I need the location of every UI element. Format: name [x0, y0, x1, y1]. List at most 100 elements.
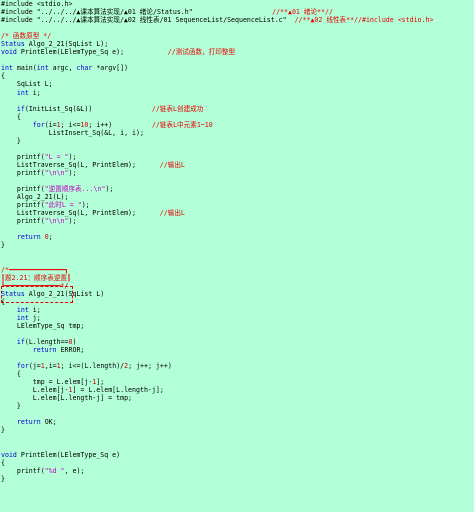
code-token-type: int	[16, 313, 29, 322]
code-token-plain: }	[1, 402, 21, 411]
code-token-plain: tmp = L.elem[j-	[1, 378, 93, 387]
code-line: ListTraverse_Sq(L, PrintElem); //输出L	[1, 209, 474, 217]
code-token-plain: , e);	[64, 466, 85, 475]
code-line: printf("此时L = ");	[1, 201, 474, 209]
code-line: }	[1, 426, 474, 434]
code-token-plain: PrintElem(LElemType_Sq e)	[16, 450, 121, 459]
code-line: ListTraverse_Sq(L, PrintElem); //输出L	[1, 161, 474, 169]
code-token-plain: SqList L;	[1, 80, 53, 89]
code-line: return ERROR;	[1, 346, 474, 354]
code-token-plain: ;	[48, 233, 53, 242]
code-line: printf("%d ", e);	[1, 467, 474, 475]
code-editor[interactable]: #include <stdio.h> #include "../../../▲课本…	[0, 0, 474, 512]
code-token-plain: {	[1, 458, 5, 467]
code-token-plain: {	[1, 297, 5, 306]
code-line: }	[1, 402, 474, 410]
code-token-comment: //输出L	[159, 160, 185, 169]
code-token-plain: );	[81, 201, 90, 210]
code-token-comment: ┗━━━━━━━━━━━━━━*/	[1, 281, 69, 290]
code-line: int i;	[1, 306, 474, 314]
code-token-plain: argc,	[48, 64, 77, 73]
code-token-plain: LElemType_Sq tmp;	[1, 321, 85, 330]
code-token-comment: //**▲02 线性表**//#include <stdio.h>	[294, 16, 434, 25]
code-line: tmp = L.elem[j-1];	[1, 378, 474, 386]
code-line: /* 函数原型 */	[1, 32, 474, 40]
code-line: {	[1, 72, 474, 80]
code-token-str: "%d "	[44, 466, 65, 475]
code-token-plain: PrintElem(LElemType_Sq e);	[16, 48, 168, 57]
code-token-type: int	[36, 64, 49, 73]
code-token-plain: ,i=	[44, 362, 57, 371]
code-line: Status Algo_2_21(SqList L)	[1, 290, 474, 298]
code-lines: #include <stdio.h> #include "../../../▲课本…	[1, 0, 474, 483]
code-token-type: char	[76, 64, 93, 73]
code-token-kw: if	[16, 337, 25, 346]
code-token-plain: printf(	[1, 201, 45, 210]
code-line: printf("逆置顺序表...\n");	[1, 185, 474, 193]
code-line: for(j=1,i=1; i<=(L.length)/2; j++; j++)	[1, 362, 474, 370]
code-token-type: void	[1, 48, 17, 57]
code-token-plain: OK;	[40, 418, 57, 427]
code-line: }	[1, 241, 474, 249]
code-token-plain: ; i<=	[60, 120, 81, 129]
code-line: }	[1, 475, 474, 483]
code-token-plain: printf(	[1, 466, 45, 475]
code-token-str: "\n\n"	[44, 217, 69, 226]
code-token-type: int	[16, 305, 29, 314]
code-token-plain: ListTraverse_Sq(L, PrintElem);	[1, 209, 160, 218]
code-line: printf("\n\n");	[1, 169, 474, 177]
code-line: Algo_2_21(L);	[1, 193, 474, 201]
code-token-comment: //**▲01 绪论**//	[272, 8, 333, 17]
code-token-type: Status	[1, 289, 25, 298]
code-token-plain: Algo_2_21(SqList L)	[24, 289, 105, 298]
code-line: #include <stdio.h>	[1, 0, 474, 8]
code-line: void PrintElem(LElemType_Sq e)	[1, 451, 474, 459]
code-token-type: Status	[1, 40, 25, 49]
code-token-plain: printf(	[1, 185, 45, 194]
code-token-plain: }	[1, 241, 5, 250]
code-line: printf("L = ");	[1, 153, 474, 161]
code-token-kw: return	[16, 418, 41, 427]
code-line: if(L.length==0)	[1, 338, 474, 346]
code-token-type: int	[1, 64, 13, 73]
code-token-comment: /* 函数原型 */	[1, 32, 52, 41]
code-line: {	[1, 298, 474, 306]
code-line: printf("\n\n");	[1, 217, 474, 225]
code-line: L.elem[L.length-j] = tmp;	[1, 394, 474, 402]
code-token-plain: printf(	[1, 217, 45, 226]
code-token-comment: //链表L创建成功	[151, 104, 204, 113]
code-token-plain: ERROR;	[56, 346, 85, 355]
code-line: int i;	[1, 89, 474, 97]
code-line: SqList L;	[1, 80, 474, 88]
code-token-plain: (j=	[28, 362, 41, 371]
code-line: for(i=1; i<=10; i++) //链表L中元素1~10	[1, 121, 474, 129]
code-token-plain: L.elem[L.length-j] = tmp;	[1, 394, 133, 403]
code-token-plain: ; j++; j++)	[128, 362, 172, 371]
code-token-plain: {	[1, 72, 5, 81]
code-token-kw: if	[16, 104, 25, 113]
code-token-type: int	[16, 88, 29, 97]
code-line: Status Algo_2_21(SqList L);	[1, 40, 474, 48]
code-line: return 0;	[1, 233, 474, 241]
code-line: if(InitList_Sq(&L)) //链表L创建成功	[1, 105, 474, 113]
code-token-plain: *argv[])	[92, 64, 129, 73]
code-line: ┃题2.21：顺序表逆置┃	[1, 274, 474, 282]
code-token-comment: //测试函数，打印整型	[167, 48, 236, 57]
code-token-plain: }	[1, 426, 5, 435]
code-line: int j;	[1, 314, 474, 322]
code-line: ListInsert_Sq(&L, i, i);	[1, 129, 474, 137]
code-token-comment: //输出L	[159, 209, 185, 218]
code-line: {	[1, 370, 474, 378]
code-token-plain: ListInsert_Sq(&L, i, i);	[1, 128, 144, 137]
code-token-comment: //链表L中元素1~10	[151, 120, 213, 129]
